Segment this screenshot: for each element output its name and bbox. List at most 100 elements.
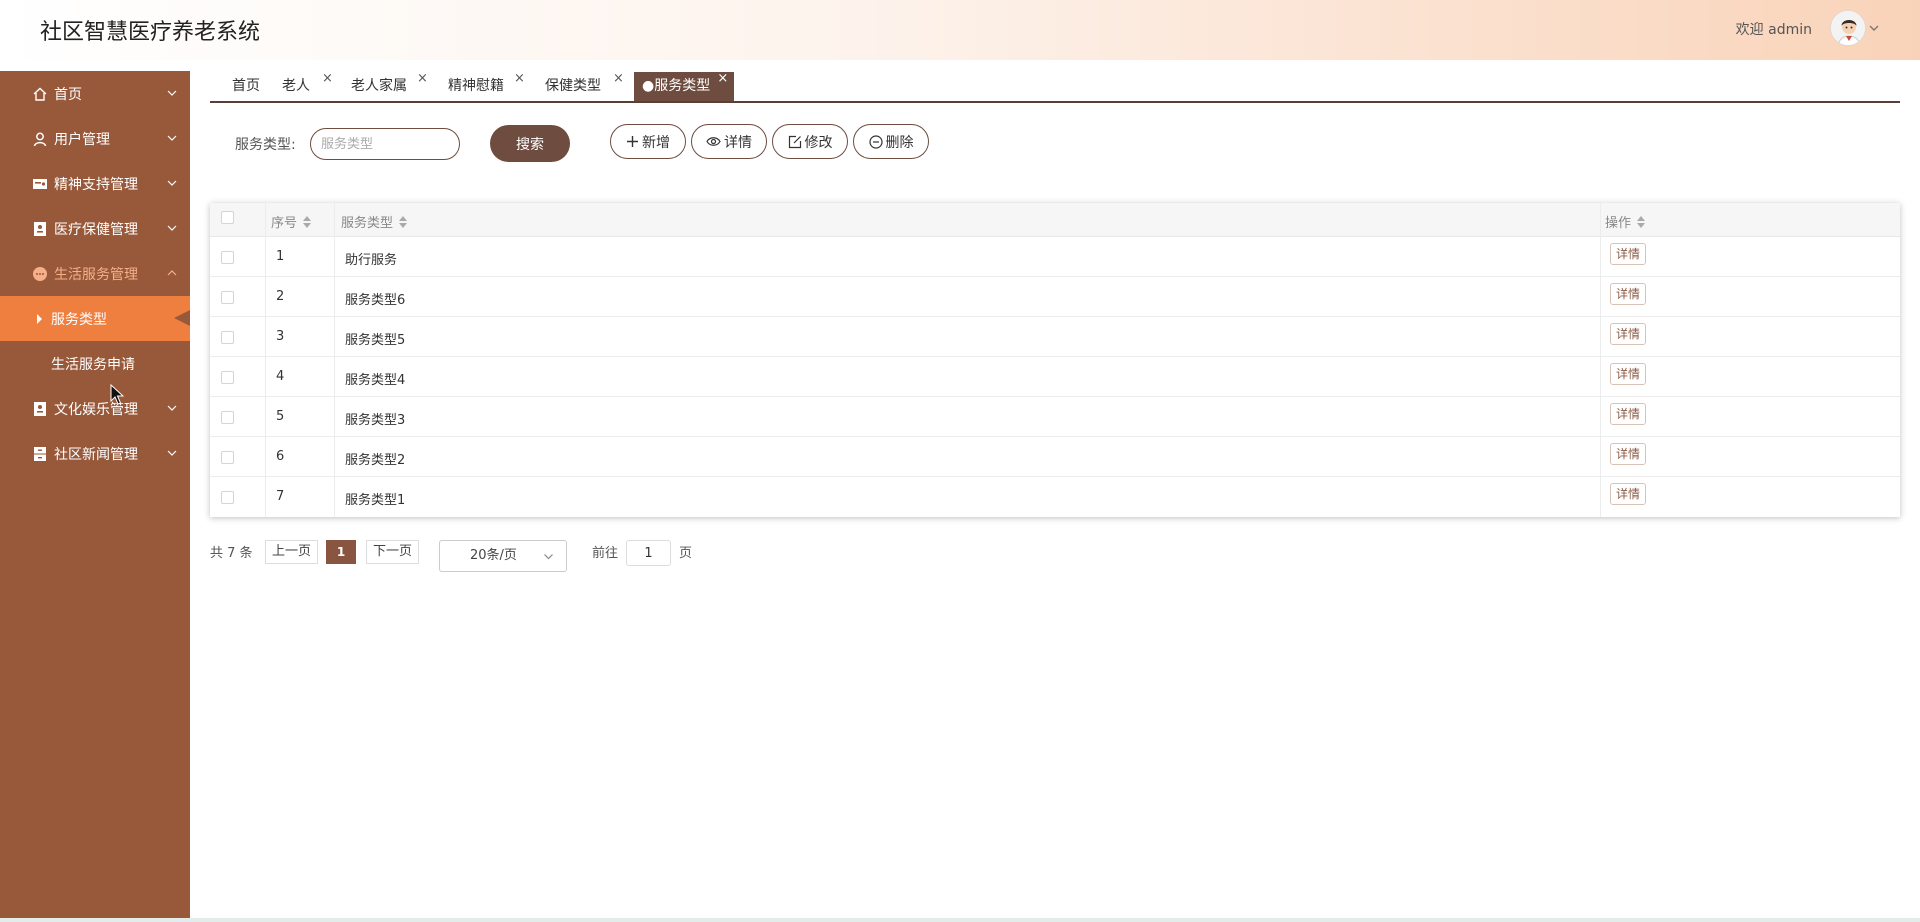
home-icon (32, 86, 48, 102)
close-icon[interactable]: × (514, 64, 525, 93)
edit-button-label: 修改 (804, 134, 833, 151)
sidebar-subitem-service-application[interactable]: 生活服务申请 (0, 341, 190, 386)
tab-home[interactable]: 首页 (232, 72, 260, 101)
bottom-border (0, 918, 1920, 922)
tab-healthcare-type[interactable]: 保健类型 × (545, 71, 624, 101)
tab-label: 精神慰籍 (448, 78, 504, 94)
sidebar-item-user-management[interactable]: 用户管理 (0, 116, 190, 161)
sidebar-item-label: 医疗保健管理 (54, 221, 138, 238)
table-row[interactable]: 3 服务类型5 详情 (210, 317, 1900, 357)
row-checkbox[interactable] (221, 491, 234, 504)
table-row[interactable]: 6 服务类型2 详情 (210, 437, 1900, 477)
detail-button-label: 详情 (724, 134, 752, 151)
archive-icon (32, 446, 48, 462)
table-row[interactable]: 2 服务类型6 详情 (210, 277, 1900, 317)
pagination-total: 共 7 条 (210, 546, 253, 561)
top-header: 社区智慧医疗养老系统 欢迎 admin (0, 0, 1920, 60)
sidebar-item-label: 社区新闻管理 (54, 446, 138, 463)
active-pointer (174, 310, 190, 326)
row-detail-button[interactable]: 详情 (1610, 283, 1646, 305)
plus-icon (626, 135, 639, 148)
table-row[interactable]: 1 助行服务 详情 (210, 237, 1900, 277)
row-index: 5 (276, 409, 285, 424)
sidebar-item-culture-entertainment[interactable]: 文化娱乐管理 (0, 386, 190, 431)
tab-elderly-family[interactable]: 老人家属 × (351, 71, 428, 101)
sidebar-item-life-services[interactable]: 生活服务管理 (0, 251, 190, 296)
sidebar-item-mental-support[interactable]: 精神支持管理 (0, 161, 190, 206)
row-index: 1 (276, 249, 285, 264)
service-type-table: 序号 服务类型 操作 1 助行服务 详情 2 服务类型6 详情 3 服务类型5 … (210, 203, 1900, 517)
service-type-search-input[interactable] (310, 128, 460, 160)
page-size-select[interactable]: 20条/页 (439, 540, 567, 572)
prev-page-button[interactable]: 上一页 (265, 540, 319, 564)
close-icon[interactable]: × (613, 64, 624, 93)
close-icon[interactable]: × (322, 64, 333, 93)
sidebar-item-community-news[interactable]: 社区新闻管理 (0, 431, 190, 476)
mouse-cursor-icon (110, 384, 124, 405)
row-checkbox[interactable] (221, 411, 234, 424)
select-all-checkbox[interactable] (221, 211, 234, 224)
chevron-down-icon (544, 554, 553, 560)
sort-icon[interactable] (303, 215, 312, 229)
column-header-index[interactable]: 序号 (271, 212, 312, 231)
column-header-service-type[interactable]: 服务类型 (341, 212, 408, 231)
sidebar-item-home[interactable]: 首页 (0, 71, 190, 116)
sidebar-item-healthcare[interactable]: 医疗保健管理 (0, 206, 190, 251)
row-checkbox[interactable] (221, 451, 234, 464)
detail-button[interactable]: 详情 (691, 124, 767, 159)
sidebar-item-label: 文化娱乐管理 (54, 401, 138, 418)
table-row[interactable]: 7 服务类型1 详情 (210, 477, 1900, 517)
tab-bar: 首页 老人 × 老人家属 × 精神慰籍 × 保健类型 × ●服务类型 × (210, 71, 1900, 103)
next-page-button[interactable]: 下一页 (366, 540, 420, 564)
sort-icon[interactable] (1637, 215, 1646, 229)
row-detail-button[interactable]: 详情 (1610, 363, 1646, 385)
table-row[interactable]: 4 服务类型4 详情 (210, 357, 1900, 397)
row-checkbox[interactable] (221, 331, 234, 344)
row-detail-button[interactable]: 详情 (1610, 483, 1646, 505)
row-service-type: 服务类型3 (345, 413, 406, 428)
sidebar-subitem-service-type[interactable]: 服务类型 (0, 296, 190, 341)
sidebar-item-label: 用户管理 (54, 131, 110, 148)
row-service-type: 服务类型2 (345, 453, 406, 468)
chevron-down-icon (167, 450, 177, 456)
tab-label: 首页 (232, 78, 260, 94)
chevron-down-icon[interactable] (1868, 22, 1880, 34)
row-checkbox[interactable] (221, 291, 234, 304)
edit-button[interactable]: 修改 (772, 124, 848, 159)
row-detail-button[interactable]: 详情 (1610, 443, 1646, 465)
tab-service-type[interactable]: ●服务类型 × (634, 71, 735, 101)
sidebar-item-label: 精神支持管理 (54, 176, 138, 193)
chevron-down-icon (167, 135, 177, 141)
welcome-text: 欢迎 admin (1735, 22, 1812, 38)
sort-icon[interactable] (399, 215, 408, 229)
close-icon[interactable]: × (717, 64, 728, 93)
add-button-label: 新增 (642, 134, 670, 151)
table-row[interactable]: 5 服务类型3 详情 (210, 397, 1900, 437)
minus-circle-icon (868, 134, 883, 149)
column-header-actions[interactable]: 操作 (1605, 212, 1646, 231)
row-detail-button[interactable]: 详情 (1610, 403, 1646, 425)
row-detail-button[interactable]: 详情 (1610, 323, 1646, 345)
search-button[interactable]: 搜索 (490, 125, 570, 162)
delete-button[interactable]: 删除 (853, 124, 929, 159)
row-index: 6 (276, 449, 285, 464)
user-avatar-icon[interactable] (1830, 10, 1866, 46)
add-button[interactable]: 新增 (610, 124, 686, 159)
filter-label: 服务类型: (235, 137, 296, 153)
row-checkbox[interactable] (221, 251, 234, 264)
goto-page-input[interactable] (626, 540, 671, 566)
close-icon[interactable]: × (417, 64, 428, 93)
row-service-type: 服务类型4 (345, 373, 406, 388)
row-index: 7 (276, 489, 285, 504)
eye-icon (706, 135, 721, 148)
tab-label: 老人 (282, 78, 310, 94)
current-page[interactable]: 1 (326, 540, 356, 564)
caret-right-icon (37, 314, 42, 324)
row-service-type: 服务类型6 (345, 293, 406, 308)
row-detail-button[interactable]: 详情 (1610, 243, 1646, 265)
tab-elderly[interactable]: 老人 × (282, 71, 333, 101)
chevron-up-icon (167, 270, 177, 276)
tab-mental-comfort[interactable]: 精神慰籍 × (448, 71, 525, 101)
row-checkbox[interactable] (221, 371, 234, 384)
row-service-type: 服务类型1 (345, 493, 406, 508)
